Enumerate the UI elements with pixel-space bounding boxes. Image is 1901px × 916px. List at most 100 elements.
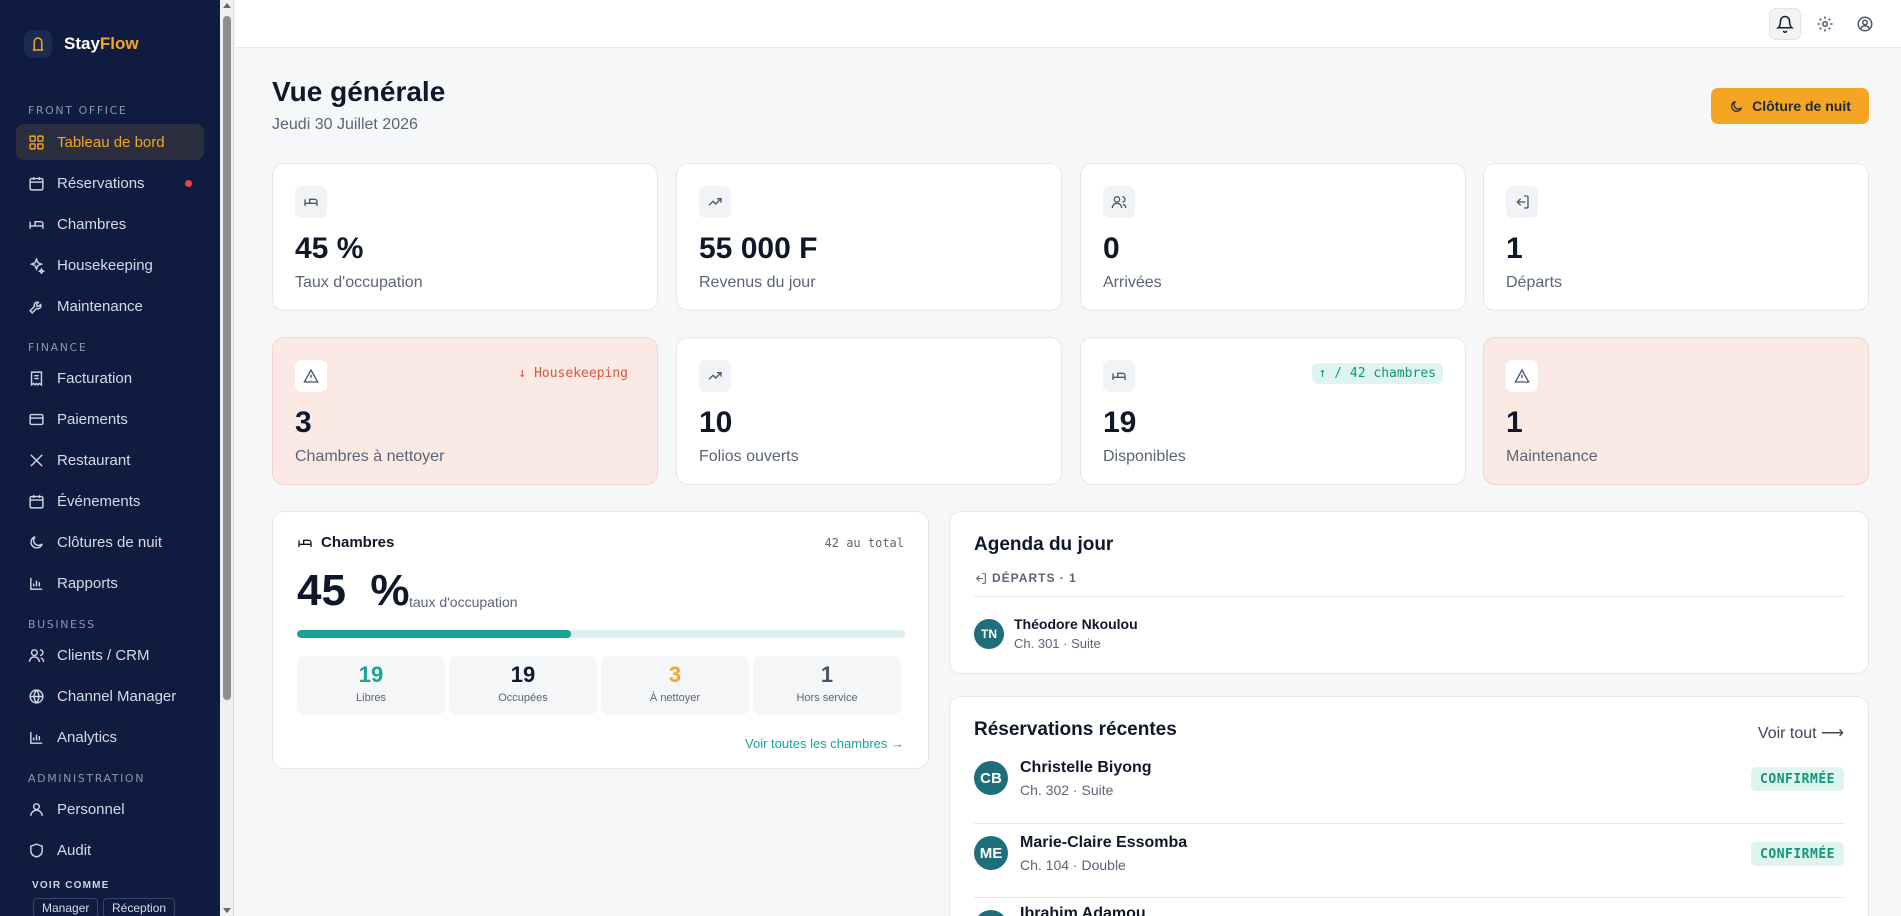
guest-name: Ibrahim Adamou [1020, 905, 1146, 916]
sidebar-item-chambres[interactable]: Chambres [16, 206, 204, 242]
sidebar-item-clients-crm[interactable]: Clients / CRM [16, 637, 204, 673]
kpi-value: 45 % [295, 232, 364, 265]
avatar: TN [974, 619, 1004, 649]
kpi-value: 19 [1103, 406, 1137, 439]
shield-icon [30, 842, 43, 858]
settings-button[interactable] [1809, 8, 1841, 40]
moon-icon [1731, 100, 1743, 112]
users-icon [1111, 196, 1127, 209]
sidebar-item-restaurant[interactable]: Restaurant [16, 442, 204, 478]
guest-name: Christelle Biyong [1020, 759, 1152, 776]
stat-value: 1 [820, 662, 834, 687]
stat-label: Libres [356, 692, 386, 704]
voir-tout-link[interactable]: Voir tout ⟶ [1758, 723, 1844, 743]
gear-icon [1817, 16, 1833, 32]
sidebar-item-label: Tableau de bord [57, 133, 165, 151]
kpi-departs: 1 Départs [1483, 163, 1869, 311]
stat-label: À nettoyer [649, 692, 701, 704]
notification-dot [185, 180, 192, 187]
guest-room: Ch. 301 · Suite [1014, 636, 1101, 651]
notifications-button[interactable] [1769, 8, 1801, 40]
kpi-value: 3 [295, 406, 312, 439]
trending-up-icon [708, 198, 722, 206]
chambres-card: Chambres 42 au total 45 % taux d'occupat… [272, 511, 929, 769]
sidebar-item-label: Facturation [57, 369, 133, 387]
kpi-label: Revenus du jour [699, 274, 816, 291]
sidebar-item-label: Housekeeping [57, 256, 153, 274]
kpi-revenus-du-jour: 55 000 F Revenus du jour [676, 163, 1062, 311]
occupancy-progress-bar [297, 630, 905, 638]
kpi-arrivees: 0 Arrivées [1080, 163, 1466, 311]
sidebar-item-personnel[interactable]: Personnel [16, 791, 204, 827]
bed-icon [29, 220, 44, 229]
profile-button[interactable] [1849, 8, 1881, 40]
role-manager-button[interactable]: Manager [33, 898, 99, 916]
kpi-label: Arrivées [1103, 274, 1162, 291]
sidebar-scrollbar[interactable] [220, 0, 234, 916]
sidebar-item-analytics[interactable]: Analytics [16, 719, 204, 755]
chambres-total: 42 au total [824, 536, 904, 550]
reservations-title: Réservations récentes [974, 719, 1177, 740]
kpi-taux-occupation: 45 % Taux d'occupation [272, 163, 658, 311]
guest-room: Ch. 302 · Suite [1020, 782, 1114, 798]
sidebar-item-rapports[interactable]: Rapports [16, 565, 204, 601]
voir-toutes-chambres-link[interactable]: Voir toutes les chambres → [745, 736, 904, 751]
brand-logo[interactable]: StayFlow [24, 30, 139, 58]
kpi-folios-ouverts: 10 Folios ouverts [676, 337, 1062, 485]
scroll-up-arrow-icon[interactable] [223, 3, 231, 8]
role-reception-button[interactable]: Réception [103, 898, 176, 916]
nav-section-business: BUSINESS [28, 618, 96, 631]
brand-name: StayFlow [64, 34, 139, 53]
sidebar-item-label: Audit [57, 841, 92, 859]
nav-section-front-office: FRONT OFFICE [28, 104, 128, 117]
hotel-bell-icon [24, 30, 52, 58]
sidebar-item-facturation[interactable]: Facturation [16, 360, 204, 396]
kpi-label: Chambres à nettoyer [295, 448, 445, 465]
agenda-card: Agenda du jour DÉPARTS · 1 TN Théodore N… [949, 511, 1869, 674]
sidebar-item-label: Clients / CRM [57, 646, 150, 664]
trending-up-icon [708, 372, 722, 380]
sidebar-item-label: Chambres [57, 215, 127, 233]
sidebar-item-evenements[interactable]: Événements [16, 483, 204, 519]
kpi-value: 10 [699, 406, 733, 439]
bed-icon [298, 539, 312, 547]
occupancy-label: taux d'occupation [409, 594, 518, 610]
guest-name[interactable]: Théodore Nkoulou [1014, 616, 1138, 632]
scroll-down-arrow-icon[interactable] [223, 908, 231, 913]
sidebar-item-audit[interactable]: Audit [16, 832, 204, 868]
page-title: Vue générale [272, 76, 446, 107]
avatar: IA [974, 910, 1008, 916]
kpi-label: Folios ouverts [699, 448, 799, 465]
globe-icon [29, 688, 44, 704]
kpi-maintenance: 1 Maintenance [1483, 337, 1869, 485]
sidebar: StayFlow FRONT OFFICE Tableau de bord Ré… [0, 0, 220, 916]
occupancy-progress-fill [297, 630, 571, 638]
avatar: ME [974, 836, 1008, 870]
bell-icon [1776, 15, 1794, 33]
sidebar-item-label: Réservations [57, 174, 145, 192]
log-out-icon [1516, 195, 1529, 209]
sidebar-item-clotures-de-nuit[interactable]: Clôtures de nuit [16, 524, 204, 560]
kpi-value: 55 000 F [699, 232, 818, 265]
sidebar-item-channel-manager[interactable]: Channel Manager [16, 678, 204, 714]
sidebar-item-paiements[interactable]: Paiements [16, 401, 204, 437]
sidebar-item-reservations[interactable]: Réservations [16, 165, 204, 201]
kpi-value: 0 [1103, 232, 1120, 265]
sidebar-item-housekeeping[interactable]: Housekeeping [16, 247, 204, 283]
reservations-card: Réservations récentes Voir tout ⟶ CB Chr… [949, 696, 1869, 916]
user-icon [30, 802, 43, 816]
divider [974, 596, 1844, 597]
housekeeping-trend-badge: ↓ Housekeeping [518, 366, 628, 381]
sidebar-item-maintenance[interactable]: Maintenance [16, 288, 204, 324]
stat-hors-service: 1 Hors service [753, 656, 901, 715]
scrollbar-thumb[interactable] [223, 16, 231, 700]
sidebar-item-tableau-de-bord[interactable]: Tableau de bord [16, 124, 204, 160]
sidebar-item-label: Personnel [57, 800, 125, 818]
divider [974, 823, 1844, 824]
avatar: CB [974, 761, 1008, 795]
occupancy-value: 45 % [297, 566, 410, 615]
kpi-value: 1 [1506, 406, 1523, 439]
kpi-label: Taux d'occupation [295, 274, 423, 291]
voir-comme-label: VOIR COMME [32, 880, 110, 891]
cloture-de-nuit-button[interactable]: Clôture de nuit [1711, 88, 1869, 124]
